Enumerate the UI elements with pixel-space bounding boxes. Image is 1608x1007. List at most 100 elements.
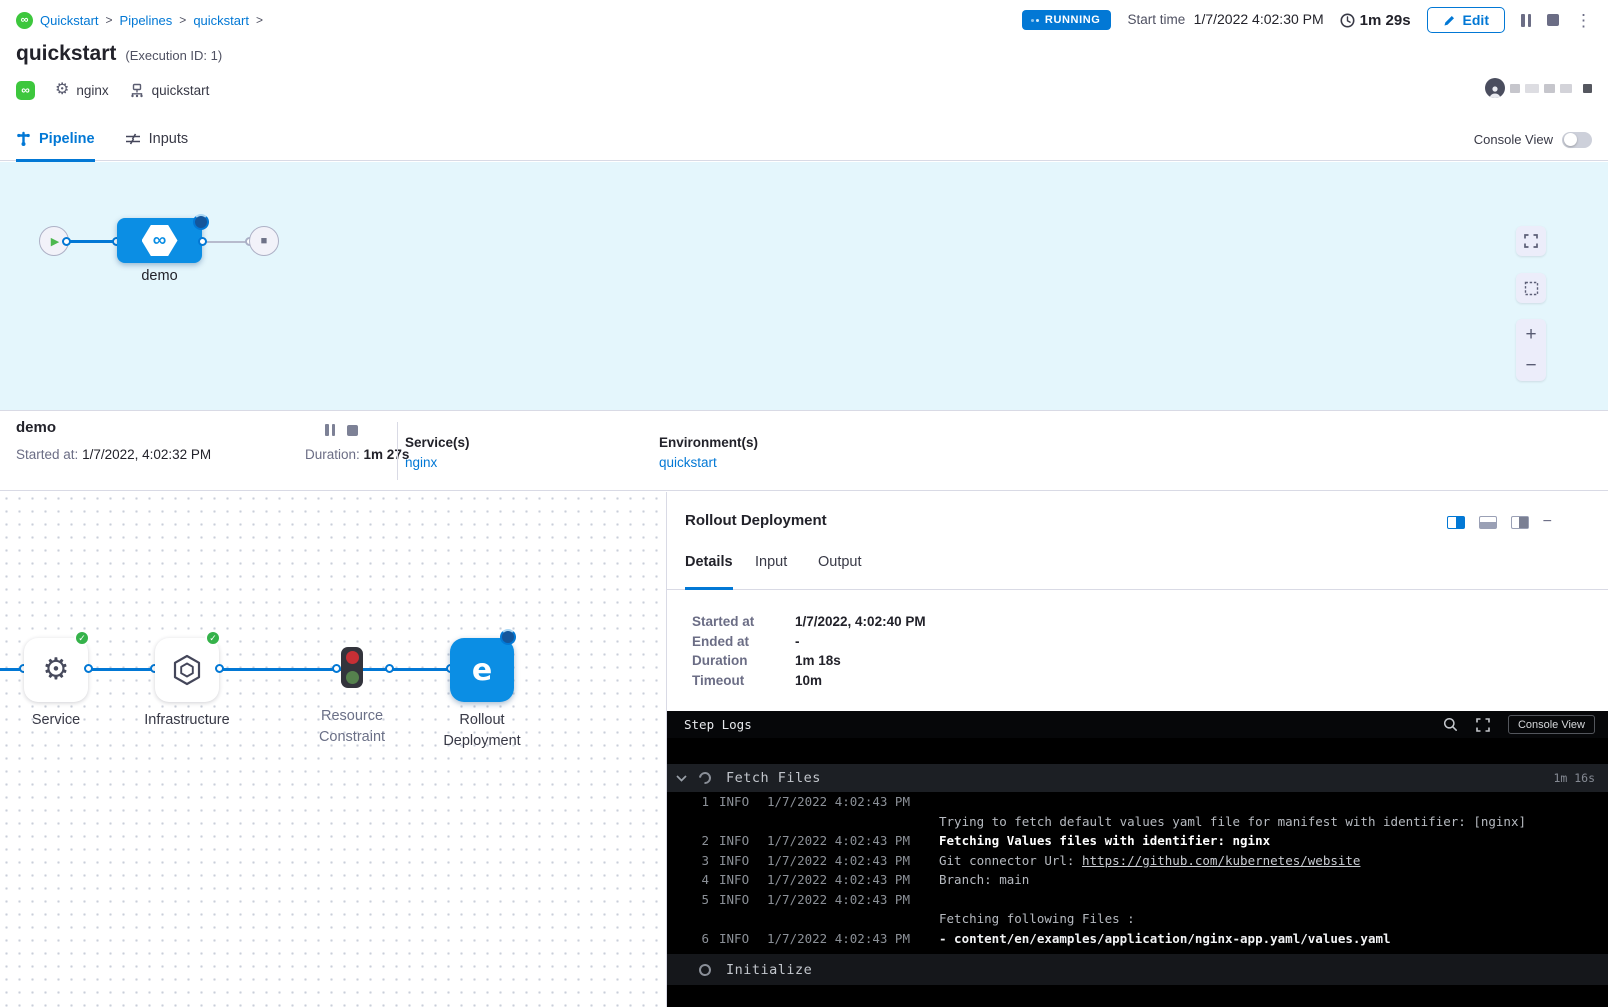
pause-pipeline-icon[interactable] [1521, 14, 1531, 27]
success-check-icon: ✓ [205, 630, 221, 646]
breadcrumb-pipeline-name[interactable]: quickstart [193, 13, 249, 28]
stop-stage-icon[interactable] [347, 425, 358, 436]
console-view-toggle[interactable] [1562, 132, 1592, 148]
log-line-continuation: Trying to fetch default values yaml file… [667, 812, 1608, 832]
console-view-button[interactable]: Console View [1508, 715, 1595, 734]
page-title: quickstart [16, 42, 116, 66]
tags-row: ∞ ⚙ nginx quickstart [16, 79, 209, 101]
tab-details[interactable]: Details [685, 554, 733, 590]
connector-dot [62, 237, 71, 246]
zoom-out-button[interactable]: − [1525, 356, 1536, 375]
environments-label: Environment(s) [659, 435, 758, 450]
edge-service-infra [88, 668, 155, 671]
selection-button[interactable] [1516, 273, 1546, 303]
connector-dot [215, 664, 224, 673]
detail-row: Timeout 10m [692, 671, 926, 691]
success-check-icon: ✓ [74, 630, 90, 646]
breadcrumb-separator: > [106, 13, 113, 27]
step-node-service[interactable]: ⚙ [24, 638, 88, 702]
lower-split: ⚙ ✓ Service ✓ Infrastructure Resource Co… [0, 492, 1608, 1007]
tab-inputs[interactable]: Inputs [125, 118, 189, 161]
step-detail-panel: Rollout Deployment − Details Input Outpu… [666, 492, 1608, 1007]
zoom-controls: + − [1516, 319, 1546, 381]
redacted-text [1525, 84, 1539, 93]
section-pending-icon [697, 961, 714, 978]
stage-node-demo[interactable]: ∞ [117, 218, 202, 263]
log-line: 1INFO1/7/2022 4:02:43 PM [667, 792, 1608, 812]
stage-started-at: Started at: 1/7/2022, 4:02:32 PM [16, 447, 211, 462]
tab-output[interactable]: Output [818, 554, 862, 590]
rollout-harness-icon: e [472, 653, 492, 688]
git-url-link[interactable]: https://github.com/kubernetes/website [1082, 853, 1360, 868]
redacted-text [1560, 84, 1572, 93]
layout-side-icon[interactable] [1511, 516, 1529, 529]
expand-logs-icon[interactable] [1476, 718, 1490, 732]
step-label-rollout: Rollout Deployment [422, 710, 542, 752]
console-view-control: Console View [1474, 118, 1592, 161]
pencil-icon [1443, 14, 1456, 27]
breadcrumb-separator: > [256, 13, 263, 27]
tab-pipeline[interactable]: Pipeline [16, 118, 95, 161]
step-logs-title: Step Logs [684, 717, 752, 732]
step-node-resource-constraint[interactable] [341, 647, 363, 688]
step-logs-header: Step Logs Console View [667, 711, 1608, 738]
running-spinner-icon [500, 629, 516, 645]
edge-infra-rc [219, 668, 341, 671]
stage-graph-canvas[interactable]: ▶ ∞ demo ■ + − [0, 162, 1608, 410]
panel-tabs: Details Input Output [667, 554, 1608, 590]
title-row: quickstart (Execution ID: 1) [16, 42, 222, 66]
running-dots-icon [1031, 19, 1039, 22]
log-section-fetch-files[interactable]: Fetch Files 1m 16s [667, 764, 1608, 792]
log-line-continuation: Fetching following Files : [667, 909, 1608, 929]
layout-bottom-icon[interactable] [1479, 516, 1497, 529]
elapsed-time: 1m 29s [1340, 12, 1411, 29]
step-node-rollout-deployment[interactable]: e [450, 638, 514, 702]
user-info [1485, 78, 1592, 98]
search-icon[interactable] [1443, 717, 1458, 732]
fullscreen-icon [1524, 234, 1538, 248]
zoom-in-button[interactable]: + [1525, 325, 1536, 344]
breadcrumb-quickstart[interactable]: Quickstart [40, 13, 99, 28]
breadcrumb: ∞ Quickstart > Pipelines > quickstart > [16, 12, 263, 29]
traffic-light-green [346, 671, 359, 684]
environment-link[interactable]: quickstart [659, 455, 717, 470]
traffic-light-red [346, 651, 359, 664]
step-label-service: Service [0, 710, 116, 731]
redacted-text [1544, 84, 1555, 93]
environment-tag[interactable]: quickstart [129, 83, 210, 98]
section-running-spinner-icon [697, 770, 714, 787]
fullscreen-button[interactable] [1516, 226, 1546, 256]
environment-icon [129, 83, 145, 98]
stage-name: demo [16, 419, 56, 436]
stage-duration: Duration: 1m 27s [305, 447, 409, 462]
pipeline-end-node[interactable]: ■ [249, 226, 279, 256]
play-icon: ▶ [51, 235, 59, 248]
header-actions: RUNNING Start time 1/7/2022 4:02:30 PM 1… [1022, 7, 1592, 33]
breadcrumb-pipelines[interactable]: Pipelines [120, 13, 173, 28]
step-label-resource-constraint: Resource Constraint [292, 706, 412, 748]
step-node-infrastructure[interactable] [155, 638, 219, 702]
edge-stage-to-end [202, 241, 250, 243]
pipeline-icon [16, 131, 31, 147]
step-graph-canvas[interactable]: ⚙ ✓ Service ✓ Infrastructure Resource Co… [0, 492, 666, 1007]
infrastructure-hexagon-icon [172, 654, 202, 686]
connector-dot [385, 664, 394, 673]
service-link[interactable]: nginx [405, 455, 437, 470]
connector-dot [84, 664, 93, 673]
tab-input[interactable]: Input [755, 554, 787, 590]
section-duration: 1m 16s [1553, 771, 1595, 785]
services-label: Service(s) [405, 435, 470, 450]
kebab-menu-icon[interactable]: ⋮ [1575, 12, 1592, 29]
pause-stage-icon[interactable] [325, 424, 335, 436]
running-spinner-icon [193, 214, 209, 230]
execution-id: (Execution ID: 1) [125, 48, 222, 63]
panel-layout-controls: − [1447, 514, 1552, 530]
service-tag[interactable]: ⚙ nginx [55, 82, 109, 98]
edit-button[interactable]: Edit [1427, 7, 1505, 33]
redacted-text [1510, 84, 1520, 93]
log-section-initialize[interactable]: Initialize [667, 954, 1608, 985]
minimize-panel-icon[interactable]: − [1543, 514, 1552, 530]
status-badge: RUNNING [1022, 10, 1112, 30]
layout-right-icon[interactable] [1447, 516, 1465, 529]
stop-pipeline-icon[interactable] [1547, 14, 1559, 26]
